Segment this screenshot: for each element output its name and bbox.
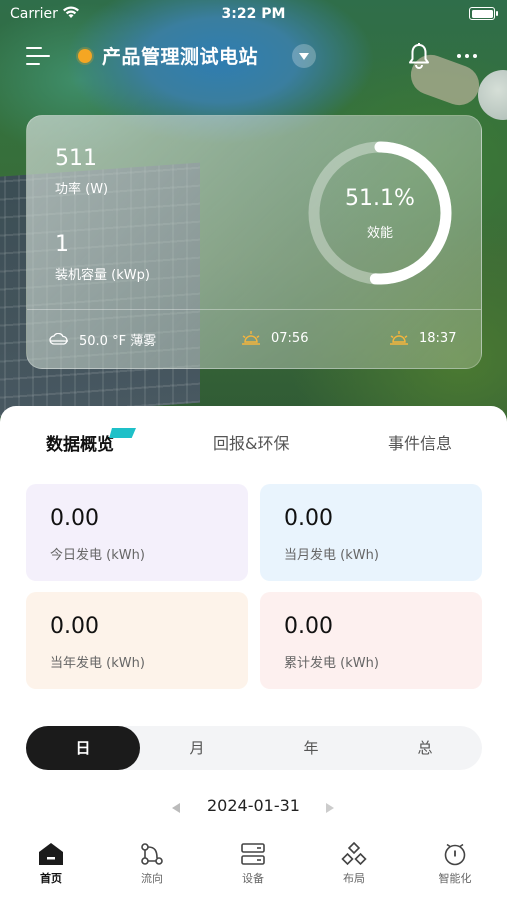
stat-value: 0.00 bbox=[50, 506, 99, 531]
nav-item-layout[interactable]: 布局 bbox=[319, 842, 389, 886]
date-navigator: 2024-01-31 bbox=[0, 796, 507, 820]
card-divider bbox=[27, 309, 481, 310]
app-header: 产品管理测试电站 bbox=[0, 38, 507, 74]
weather-info: 50.0 °F 薄雾 bbox=[49, 330, 156, 349]
status-bar: Carrier 3:22 PM bbox=[0, 0, 507, 28]
stat-value: 0.00 bbox=[284, 614, 333, 639]
more-icon[interactable] bbox=[455, 54, 479, 60]
nav-item-home[interactable]: 首页 bbox=[16, 842, 86, 886]
flow-icon bbox=[141, 843, 163, 865]
sunrise-info: 07:56 bbox=[241, 330, 308, 346]
segment-total[interactable]: 总 bbox=[368, 726, 482, 770]
bottom-nav: 首页 流向 设备 布局 智能化 bbox=[0, 834, 507, 900]
power-value: 511 bbox=[55, 146, 97, 171]
stat-card-today: 0.00 今日发电 (kWh) bbox=[26, 484, 248, 581]
section-tabs: 数据概览 回报&环保 事件信息 bbox=[0, 428, 507, 460]
segment-day[interactable]: 日 bbox=[26, 726, 140, 770]
nav-label: 智能化 bbox=[438, 872, 472, 885]
nav-label: 布局 bbox=[343, 872, 365, 885]
nav-item-device[interactable]: 设备 bbox=[218, 842, 288, 886]
stat-card-year: 0.00 当年发电 (kWh) bbox=[26, 592, 248, 689]
overview-card: 511 功率 (W) 1 装机容量 (kWp) 51.1% 效能 50.0 °F… bbox=[26, 115, 482, 369]
home-icon bbox=[39, 843, 63, 865]
period-selector: 日 月 年 总 bbox=[26, 726, 482, 770]
segment-month[interactable]: 月 bbox=[140, 726, 254, 770]
stat-label: 当年发电 (kWh) bbox=[50, 656, 145, 671]
sunrise-icon bbox=[242, 331, 260, 345]
layout-icon bbox=[341, 842, 367, 866]
nav-item-smart[interactable]: 智能化 bbox=[420, 842, 490, 886]
menu-icon[interactable] bbox=[26, 46, 50, 66]
prev-date-icon[interactable] bbox=[172, 803, 180, 813]
station-dropdown-icon[interactable] bbox=[292, 44, 316, 68]
current-date[interactable]: 2024-01-31 bbox=[190, 796, 317, 815]
nav-label: 设备 bbox=[242, 872, 264, 885]
content-sheet: 数据概览 回报&环保 事件信息 0.00 今日发电 (kWh) 0.00 当月发… bbox=[0, 406, 507, 900]
sunset-info: 18:37 bbox=[389, 330, 456, 346]
smart-icon bbox=[444, 843, 466, 866]
next-date-icon[interactable] bbox=[326, 803, 334, 813]
active-tab-indicator bbox=[109, 428, 136, 438]
tab-returns-environment[interactable]: 回报&环保 bbox=[213, 430, 289, 454]
clock: 3:22 PM bbox=[221, 6, 286, 22]
efficiency-ring: 51.1% 效能 bbox=[305, 138, 455, 288]
station-status-dot bbox=[78, 49, 92, 63]
sunset-icon bbox=[390, 331, 408, 345]
stat-value: 0.00 bbox=[50, 614, 99, 639]
nav-label: 流向 bbox=[141, 872, 163, 885]
bell-icon[interactable] bbox=[406, 42, 432, 70]
battery-icon bbox=[469, 7, 498, 20]
stat-card-total: 0.00 累计发电 (kWh) bbox=[260, 592, 482, 689]
power-label: 功率 (W) bbox=[55, 182, 109, 197]
stat-value: 0.00 bbox=[284, 506, 333, 531]
capacity-value: 1 bbox=[55, 232, 69, 257]
tank-image bbox=[478, 70, 507, 120]
weather-text: 50.0 °F 薄雾 bbox=[79, 334, 157, 349]
capacity-label: 装机容量 (kWp) bbox=[55, 268, 150, 283]
stat-card-month: 0.00 当月发电 (kWh) bbox=[260, 484, 482, 581]
sunrise-time: 07:56 bbox=[271, 330, 309, 346]
segment-year[interactable]: 年 bbox=[254, 726, 368, 770]
efficiency-label: 效能 bbox=[366, 226, 393, 241]
nav-label: 首页 bbox=[40, 872, 62, 885]
sunset-time: 18:37 bbox=[419, 330, 457, 346]
nav-item-flow[interactable]: 流向 bbox=[117, 842, 187, 886]
stat-label: 累计发电 (kWh) bbox=[284, 656, 379, 671]
efficiency-value: 51.1% bbox=[345, 186, 415, 211]
stat-label: 今日发电 (kWh) bbox=[50, 548, 145, 563]
tab-data-overview[interactable]: 数据概览 bbox=[46, 430, 114, 455]
station-name[interactable]: 产品管理测试电站 bbox=[102, 42, 258, 69]
tab-event-info[interactable]: 事件信息 bbox=[388, 430, 452, 454]
stat-label: 当月发电 (kWh) bbox=[284, 548, 379, 563]
fog-cloud-icon bbox=[49, 332, 68, 345]
device-icon bbox=[241, 843, 265, 865]
